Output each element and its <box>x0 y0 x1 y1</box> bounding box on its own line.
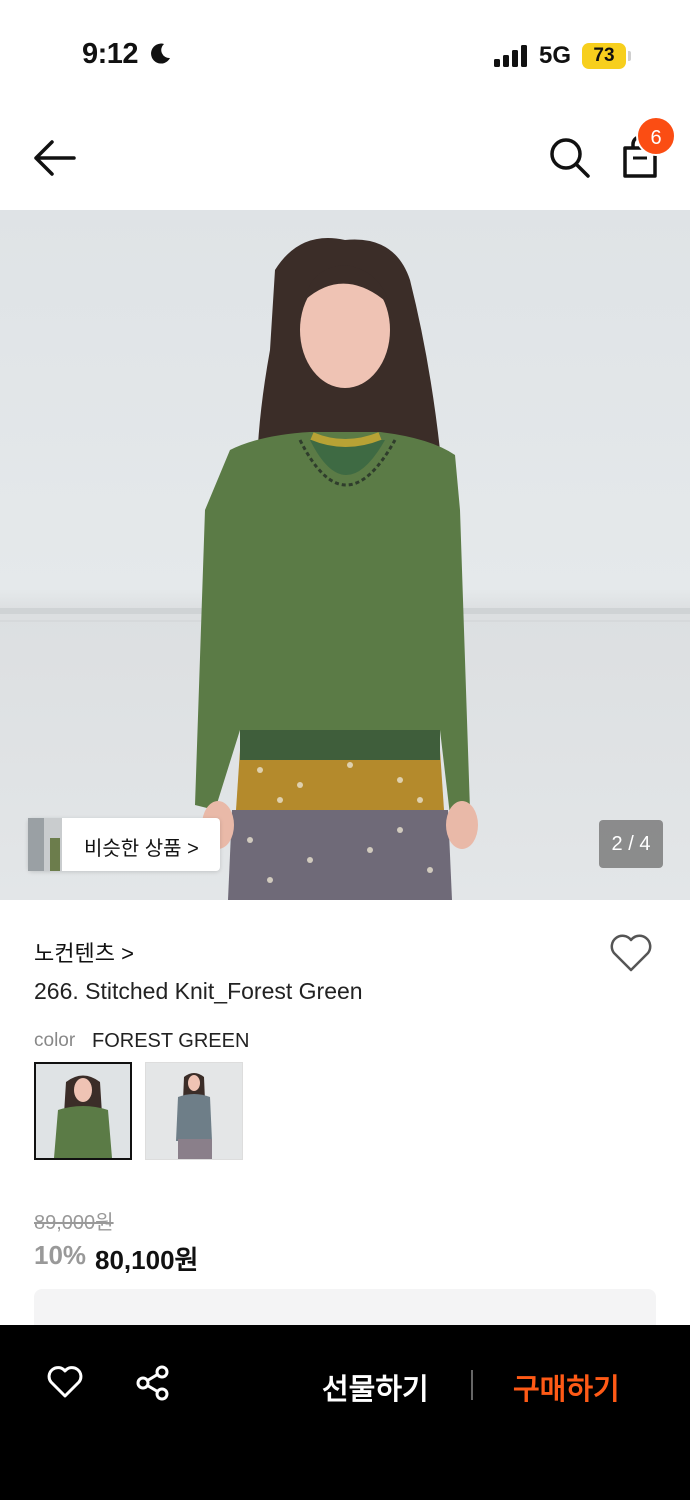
similar-products-button[interactable]: 비슷한 상품 > <box>28 818 220 871</box>
heart-icon[interactable] <box>608 932 654 974</box>
gift-button[interactable]: 선물하기 <box>322 1366 429 1408</box>
color-swatch-gray[interactable] <box>145 1062 243 1160</box>
similar-thumbnails <box>28 818 62 871</box>
brand-link[interactable]: 노컨텐츠 > <box>34 936 134 968</box>
swatch-green-image <box>36 1064 130 1158</box>
image-page-indicator: 2 / 4 <box>599 820 663 868</box>
product-image[interactable] <box>0 210 690 900</box>
network-type: 5G <box>539 42 572 69</box>
swatch-gray-image <box>146 1063 242 1159</box>
sale-price: 80,100원 <box>95 1245 199 1275</box>
original-price: 89,000원 <box>34 1212 114 1234</box>
search-icon[interactable] <box>546 134 592 180</box>
signal-icon <box>494 45 527 67</box>
product-photo-illustration <box>0 238 690 900</box>
status-time: 9:12 <box>82 38 139 70</box>
heart-icon[interactable] <box>46 1364 84 1400</box>
color-swatch-forest-green[interactable] <box>34 1062 132 1160</box>
color-value: FOREST GREEN <box>92 1030 250 1052</box>
battery-indicator: 73 <box>582 43 626 69</box>
buy-button[interactable]: 구매하기 <box>513 1366 620 1408</box>
similar-products-label: 비슷한 상품 > <box>84 838 199 860</box>
battery-tip <box>628 51 631 61</box>
discount-rate: 10% <box>34 1240 87 1270</box>
back-arrow-icon[interactable] <box>30 136 78 180</box>
product-title: 266. Stitched Knit_Forest Green <box>34 978 363 1004</box>
share-icon[interactable] <box>134 1364 172 1402</box>
bottom-action-bar <box>0 1325 690 1500</box>
cart-count-badge: 6 <box>636 116 676 156</box>
moon-icon <box>151 43 170 64</box>
bottom-bar-divider <box>471 1370 473 1400</box>
color-label: color <box>34 1030 76 1051</box>
